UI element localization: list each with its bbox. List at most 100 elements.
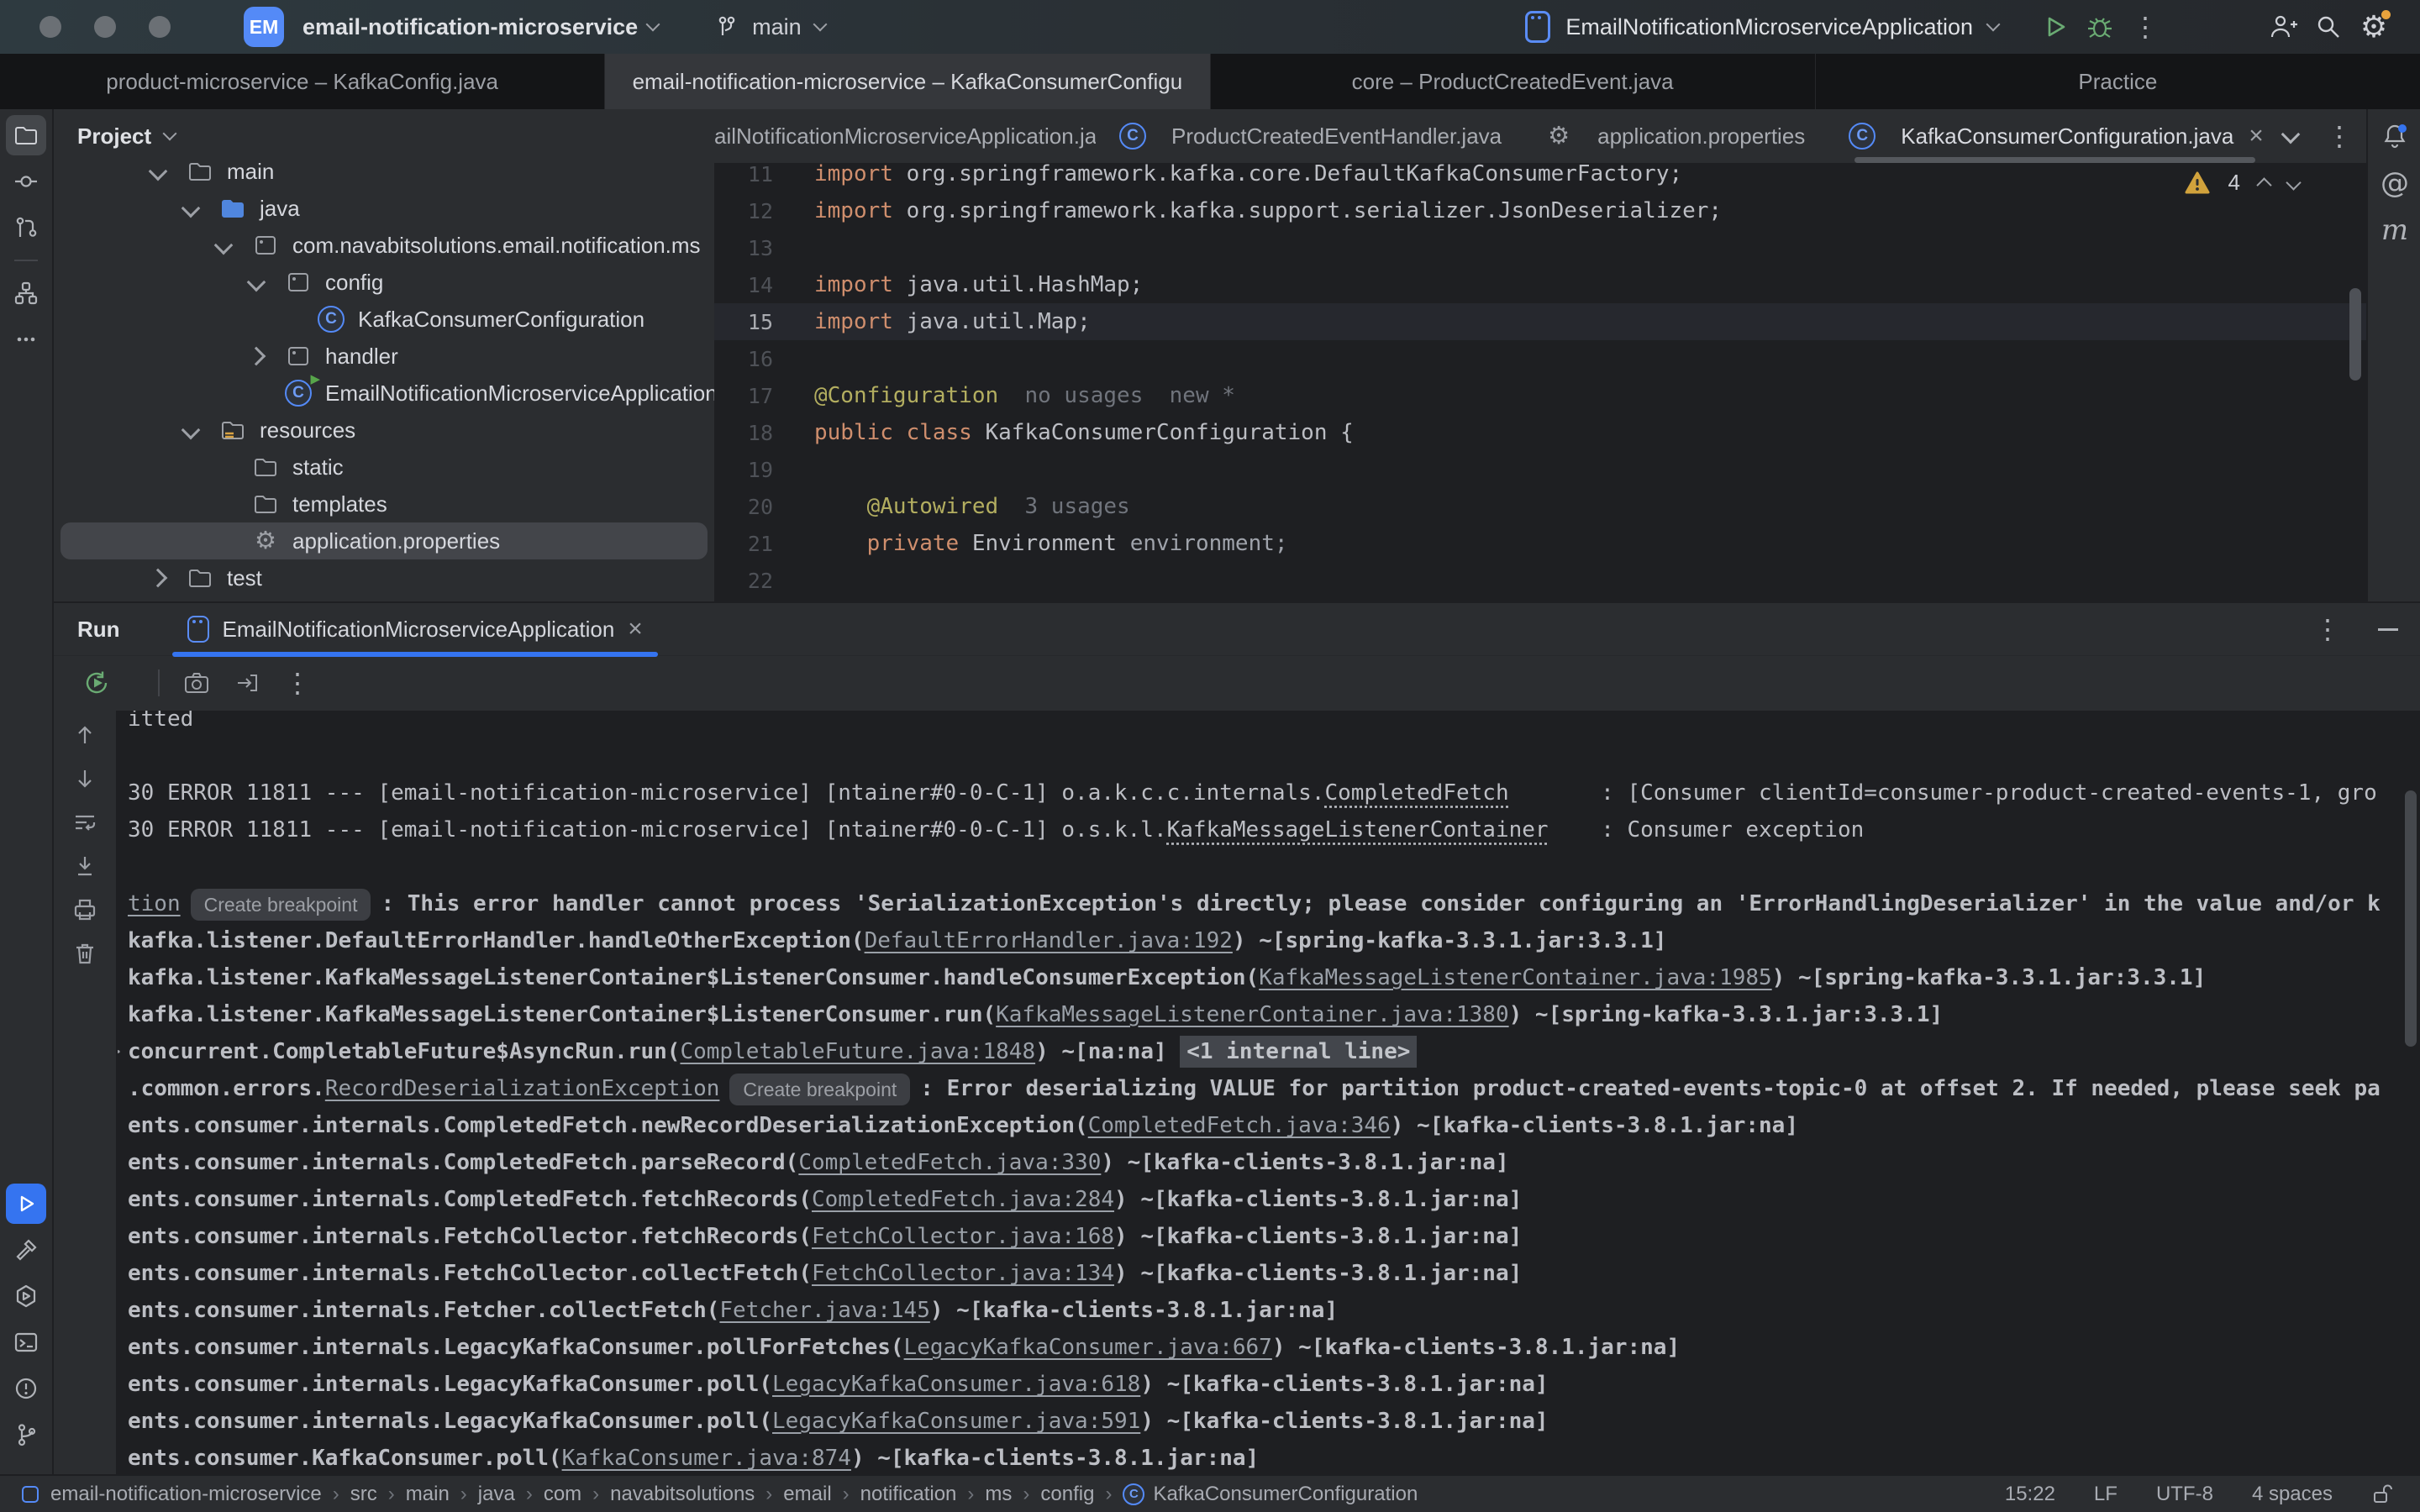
pull-requests-tool-button[interactable]: [6, 207, 46, 248]
settings-button[interactable]: ⚙: [2351, 12, 2396, 42]
breadcrumb-item[interactable]: notification: [860, 1483, 957, 1506]
chevron-down-icon[interactable]: [182, 421, 201, 440]
window-tab[interactable]: product-microservice – KafkaConfig.java: [0, 54, 604, 109]
chevron-down-icon[interactable]: [182, 199, 201, 218]
code-line[interactable]: 12import org.springframework.kafka.suppo…: [714, 192, 2366, 229]
tree-item-resources[interactable]: resources: [60, 412, 708, 449]
close-icon[interactable]: ×: [2249, 122, 2264, 150]
console-link[interactable]: LegacyKafkaConsumer.java:618: [772, 1372, 1140, 1397]
more-tool-windows-button[interactable]: [6, 319, 46, 360]
console-link[interactable]: CompletedFetch.java:346: [1088, 1113, 1391, 1138]
tree-item-kafkaconsumerconfiguration[interactable]: CKafkaConsumerConfiguration: [60, 301, 708, 338]
breadcrumb-item[interactable]: KafkaConsumerConfiguration: [1153, 1483, 1418, 1506]
maven-tool-button[interactable]: m: [2375, 210, 2415, 250]
git-tool-button[interactable]: [6, 1415, 46, 1455]
breadcrumb-item[interactable]: main: [406, 1483, 450, 1506]
prev-warning-chevron-up-icon[interactable]: [2256, 177, 2271, 192]
run-console-tab[interactable]: EmailNotificationMicroserviceApplication…: [172, 603, 658, 655]
problems-tool-button[interactable]: [6, 1368, 46, 1409]
code-line[interactable]: 21 private Environment environment;: [714, 525, 2366, 562]
print-button[interactable]: [72, 897, 97, 922]
tree-item-com-navabitsolutions-email-notification-[interactable]: com.navabitsolutions.email.notification.…: [60, 227, 708, 264]
run-button[interactable]: [2032, 13, 2077, 41]
breadcrumb-item[interactable]: java: [478, 1483, 515, 1506]
chevron-right-icon[interactable]: [149, 569, 168, 588]
hide-panel-icon[interactable]: [2378, 628, 2398, 631]
code-line[interactable]: 19: [714, 451, 2366, 488]
console-link[interactable]: CompletedFetch.java:330: [798, 1150, 1101, 1175]
console-link[interactable]: KafkaMessageListenerContainer.java:1380: [996, 1002, 1508, 1027]
window-controls[interactable]: [39, 16, 171, 38]
status-item[interactable]: LF: [2094, 1483, 2118, 1506]
breadcrumb-item[interactable]: email-notification-microservice: [50, 1483, 322, 1506]
window-tab[interactable]: core – ProductCreatedEvent.java: [1210, 54, 1815, 109]
code-line[interactable]: 16: [714, 340, 2366, 377]
tree-item-application-properties[interactable]: ⚙application.properties: [60, 522, 708, 559]
tab-list-chevron-down-icon[interactable]: [2281, 124, 2301, 144]
ai-assistant-tool-button[interactable]: @: [2375, 163, 2415, 203]
up-stack-button[interactable]: [72, 722, 97, 748]
console-link[interactable]: LegacyKafkaConsumer.java:591: [772, 1409, 1140, 1434]
run-options-kebab-icon[interactable]: ⋮: [2314, 616, 2341, 643]
code-line[interactable]: 18public class KafkaConsumerConfiguratio…: [714, 414, 2366, 451]
breadcrumb-item[interactable]: email: [783, 1483, 831, 1506]
services-tool-button[interactable]: [6, 1276, 46, 1316]
console-link[interactable]: DefaultErrorHandler.java:192: [865, 928, 1233, 953]
notifications-button[interactable]: [2375, 116, 2415, 156]
breadcrumb-item[interactable]: com: [544, 1483, 581, 1506]
status-item[interactable]: UTF-8: [2156, 1483, 2213, 1506]
create-breakpoint-chip[interactable]: Create breakpoint: [729, 1074, 910, 1105]
project-name[interactable]: email-notification-microservice: [302, 14, 638, 40]
maximize-window-icon[interactable]: [149, 16, 171, 38]
vcs-branch-widget[interactable]: main: [713, 13, 825, 40]
file-tab[interactable]: CKafkaConsumerConfiguration.java×: [1825, 109, 2284, 163]
logger-link[interactable]: CompletedFetch: [1324, 780, 1508, 806]
unlock-icon[interactable]: [2371, 1483, 2395, 1506]
code-line[interactable]: 20 @Autowired 3 usages: [714, 488, 2366, 525]
scroll-end-button[interactable]: [72, 853, 97, 879]
console-link[interactable]: FetchCollector.java:168: [812, 1224, 1114, 1249]
console-link[interactable]: FetchCollector.java:134: [812, 1261, 1114, 1286]
tree-item-config[interactable]: config: [60, 264, 708, 301]
tree-item-emailnotificationmicroserviceapplication[interactable]: C▶EmailNotificationMicroserviceApplicati…: [60, 375, 708, 412]
tree-item-main[interactable]: main: [60, 163, 708, 190]
console-options-kebab-icon[interactable]: ⋮: [284, 669, 311, 696]
more-actions-button[interactable]: ⋮: [2123, 13, 2168, 40]
file-tab[interactable]: ⚙application.properties: [1522, 109, 1825, 163]
code-line[interactable]: 11import org.springframework.kafka.core.…: [714, 163, 2366, 192]
close-window-icon[interactable]: [39, 16, 61, 38]
tab-scrollbar[interactable]: [1854, 157, 2255, 163]
scroll-to-end-button[interactable]: [234, 669, 260, 696]
console-link[interactable]: tion: [128, 891, 181, 916]
chevron-down-icon[interactable]: [247, 273, 266, 292]
tree-item-handler[interactable]: handler: [60, 338, 708, 375]
run-configuration-selector[interactable]: EmailNotificationMicroserviceApplication: [1525, 11, 1998, 43]
next-warning-chevron-down-icon[interactable]: [2286, 175, 2301, 190]
console-link[interactable]: RecordDeserializationException: [325, 1076, 720, 1101]
chevron-right-icon[interactable]: [247, 347, 266, 366]
console-link[interactable]: KafkaMessageListenerContainer.java:1985: [1259, 965, 1771, 990]
tree-item-java[interactable]: java: [60, 190, 708, 227]
run-tool-button[interactable]: [6, 1184, 46, 1224]
fold-chevron-right-icon[interactable]: >: [118, 1033, 121, 1070]
debug-button[interactable]: [2077, 13, 2123, 41]
down-stack-button[interactable]: [72, 766, 97, 791]
code-with-me-button[interactable]: [2260, 12, 2306, 42]
terminal-tool-button[interactable]: [6, 1322, 46, 1362]
minimize-window-icon[interactable]: [94, 16, 116, 38]
code-line[interactable]: 15import java.util.Map;: [714, 303, 2366, 340]
chevron-down-icon[interactable]: [149, 163, 168, 181]
editor-scrollbar[interactable]: [2349, 288, 2361, 381]
console-link[interactable]: Fetcher.java:145: [719, 1298, 929, 1323]
window-tab[interactable]: Practice: [1815, 54, 2420, 109]
chevron-down-icon[interactable]: [214, 236, 234, 255]
tree-item-static[interactable]: static: [60, 449, 708, 486]
status-item[interactable]: 15:22: [2005, 1483, 2055, 1506]
window-tab[interactable]: email-notification-microservice – KafkaC…: [604, 54, 1209, 109]
create-breakpoint-chip[interactable]: Create breakpoint: [191, 889, 371, 921]
soft-wrap-button[interactable]: [72, 810, 97, 835]
console-link[interactable]: CompletableFuture.java:1848: [680, 1039, 1035, 1064]
logger-link[interactable]: KafkaMessageListenerContainer: [1167, 817, 1549, 843]
thread-dump-button[interactable]: [183, 669, 210, 696]
rerun-button[interactable]: [82, 669, 111, 697]
